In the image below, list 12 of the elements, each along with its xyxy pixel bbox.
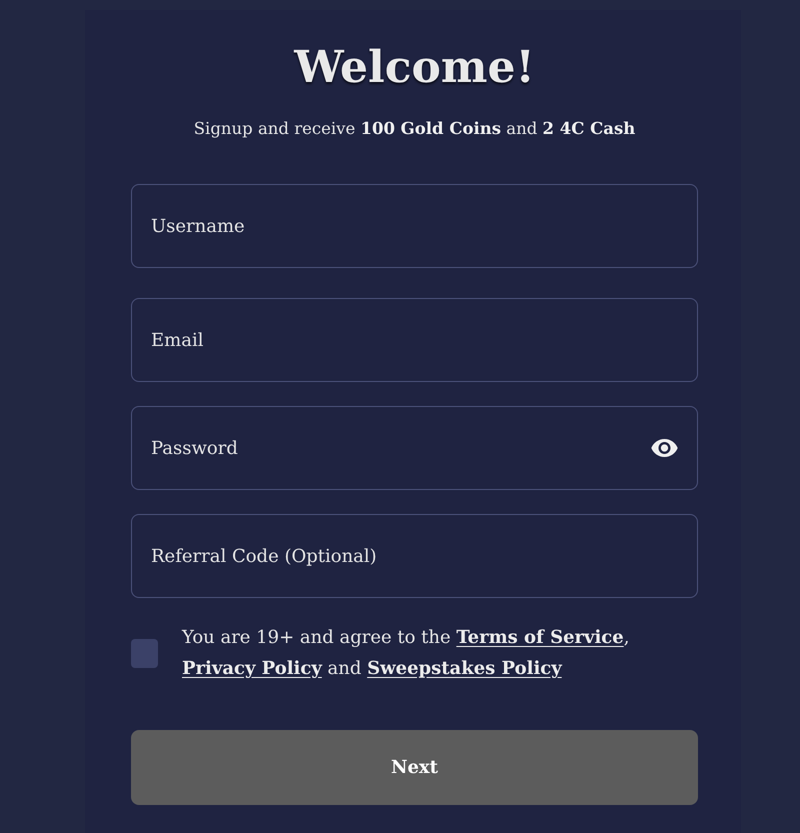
policy-link[interactable]: Sweepstakes Policy xyxy=(367,658,562,679)
input-field[interactable]: Referral Code (Optional) xyxy=(131,514,698,598)
input-field[interactable]: Username xyxy=(131,184,698,268)
policy-link[interactable]: Privacy Policy xyxy=(182,658,322,679)
eye-icon[interactable] xyxy=(651,439,678,457)
password-field[interactable]: Password xyxy=(131,406,698,490)
agree-checkbox[interactable] xyxy=(131,638,158,668)
welcome-heading: Welcome! xyxy=(292,41,536,95)
email-field[interactable]: Email xyxy=(131,298,698,382)
agreement-text: You are 19+ and agree to the Terms of Service, Privacy Policy and Sweepstakes Policy xyxy=(182,626,630,681)
policy-link[interactable]: Terms of Service xyxy=(456,627,624,648)
signup-subtitle: Signup and receive 100 Gold Coins and 2 4C Cash xyxy=(192,118,636,140)
